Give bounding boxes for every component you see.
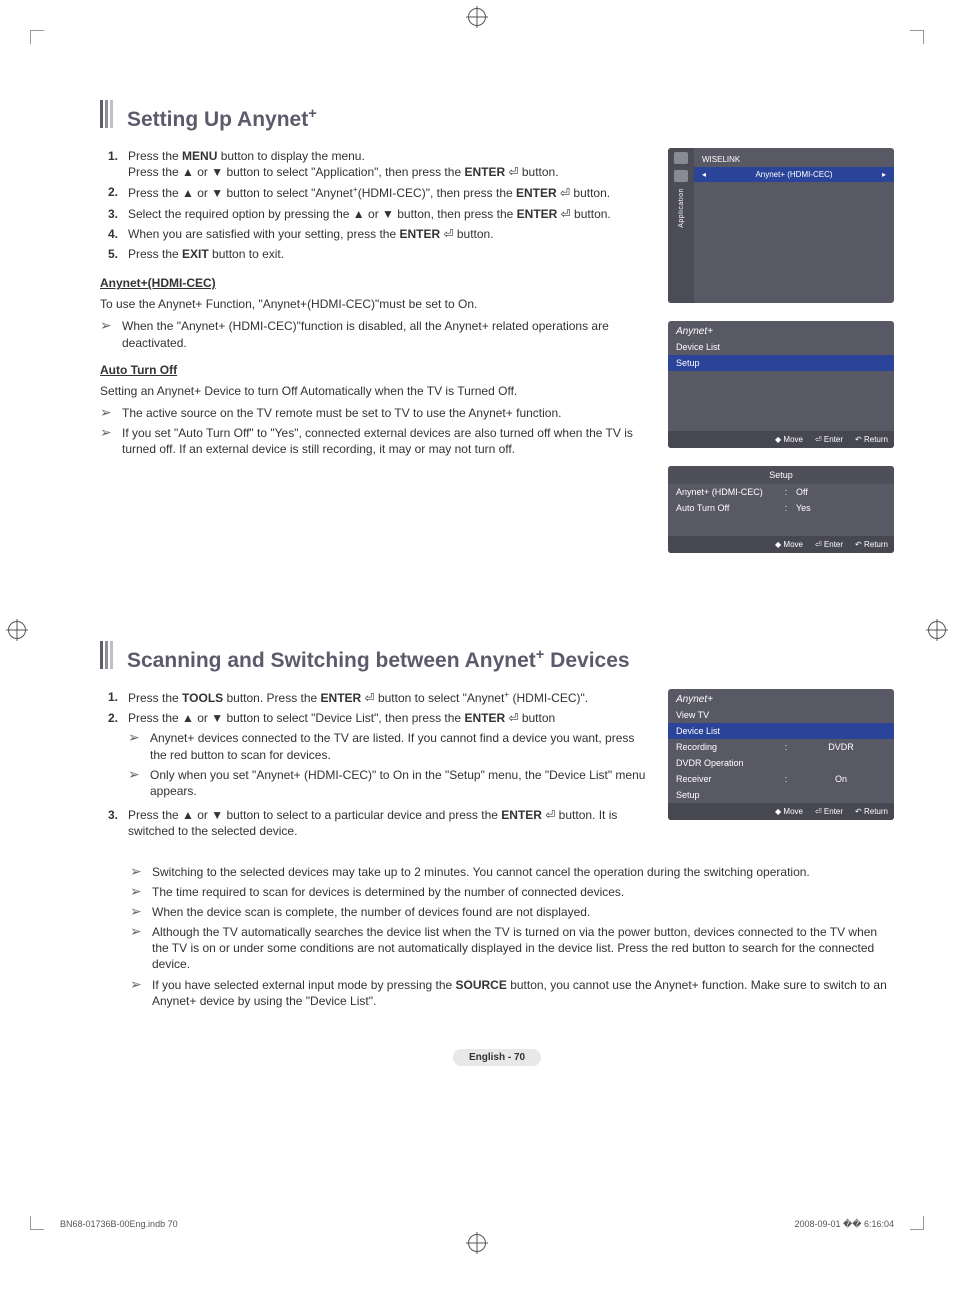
menu-icon <box>674 170 688 182</box>
heading-text: Scanning and Switching between Anynet <box>127 649 536 672</box>
note-text: Although the TV automatically searches t… <box>152 924 894 973</box>
menu-item-selected: Setup <box>668 355 894 371</box>
doc-id: BN68-01736B-00Eng.indb 70 <box>60 1219 178 1230</box>
osd-header: Anynet+ <box>668 321 894 339</box>
step-text: Select the required option by pressing t… <box>128 206 650 222</box>
subheading: Auto Turn Off <box>100 363 650 377</box>
menu-icon <box>674 152 688 164</box>
heading-text: Setting Up Anynet <box>127 108 308 131</box>
menu-item: DVDR Operation <box>668 755 894 771</box>
osd-device-list: Anynet+ View TV Device List Recording:DV… <box>668 689 894 820</box>
paragraph: Setting an Anynet+ Device to turn Off Au… <box>100 383 650 399</box>
note-bullet-icon: ➢ <box>130 884 144 900</box>
menu-item-selected: Device List <box>668 723 894 739</box>
osd-setup-menu: Setup Anynet+ (HDMI-CEC):Off Auto Turn O… <box>668 466 894 553</box>
setting-row: Anynet+ (HDMI-CEC):Off <box>668 484 894 500</box>
menu-item: WISELINK <box>694 152 894 167</box>
chevron-right-icon: ▸ <box>882 170 886 179</box>
page-number: English - 70 <box>100 1049 894 1063</box>
step-text: Press the TOOLS button. Press the ENTER … <box>128 689 650 706</box>
note-text: When the "Anynet+ (HDMI-CEC)"function is… <box>122 318 650 350</box>
note-bullet-icon: ➢ <box>128 767 142 799</box>
menu-item-selected: ◂Anynet+ (HDMI-CEC)▸ <box>694 167 894 182</box>
menu-item: Recording:DVDR <box>668 739 894 755</box>
osd-anynet-menu: Anynet+ Device List Setup ◆ Move ⏎ Enter… <box>668 321 894 448</box>
menu-item: Setup <box>668 787 894 803</box>
note-text: When the device scan is complete, the nu… <box>152 904 894 920</box>
osd-footer-hints: ◆ Move ⏎ Enter ↶ Return <box>668 536 894 553</box>
step-text: Press the EXIT button to exit. <box>128 246 650 262</box>
section-heading: Setting Up Anynet+ <box>100 100 894 134</box>
step-text: When you are satisfied with your setting… <box>128 226 650 242</box>
note-text: The active source on the TV remote must … <box>122 405 650 421</box>
note-bullet-icon: ➢ <box>100 405 114 421</box>
section-heading: Scanning and Switching between Anynet+ D… <box>100 641 894 675</box>
paragraph: To use the Anynet+ Function, "Anynet+(HD… <box>100 296 650 312</box>
note-text: The time required to scan for devices is… <box>152 884 894 900</box>
note-bullet-icon: ➢ <box>130 977 144 1009</box>
osd-footer-hints: ◆ Move ⏎ Enter ↶ Return <box>668 803 894 820</box>
instruction-list: 1.Press the TOOLS button. Press the ENTE… <box>100 689 650 840</box>
sidebar-label: Application <box>678 188 685 228</box>
osd-footer-hints: ◆ Move ⏎ Enter ↶ Return <box>668 431 894 448</box>
osd-title: Setup <box>668 466 894 484</box>
step-text: Press the ▲ or ▼ button to select "Devic… <box>128 710 650 803</box>
note-bullet-icon: ➢ <box>130 904 144 920</box>
menu-item: View TV <box>668 707 894 723</box>
subheading: Anynet+(HDMI-CEC) <box>100 276 650 290</box>
setting-row: Auto Turn Off:Yes <box>668 500 894 516</box>
note-bullet-icon: ➢ <box>100 425 114 457</box>
step-text: Press the ▲ or ▼ button to select to a p… <box>128 807 650 839</box>
note-bullet-icon: ➢ <box>130 924 144 973</box>
note-bullet-icon: ➢ <box>128 730 142 762</box>
osd-application-menu: Application WISELINK ◂Anynet+ (HDMI-CEC)… <box>668 148 894 303</box>
note-bullet-icon: ➢ <box>100 318 114 350</box>
note-text: Anynet+ devices connected to the TV are … <box>150 730 650 762</box>
note-text: Only when you set "Anynet+ (HDMI-CEC)" t… <box>150 767 650 799</box>
step-text: Press the ▲ or ▼ button to select "Anyne… <box>128 184 650 201</box>
footer-metadata: BN68-01736B-00Eng.indb 70 2008-09-01 �� … <box>60 1219 894 1230</box>
note-text: If you have selected external input mode… <box>152 977 894 1009</box>
note-text: Switching to the selected devices may ta… <box>152 864 894 880</box>
note-bullet-icon: ➢ <box>130 864 144 880</box>
instruction-list: 1.Press the MENU button to display the m… <box>100 148 650 262</box>
timestamp: 2008-09-01 �� 6:16:04 <box>794 1219 894 1230</box>
menu-item: Device List <box>668 339 894 355</box>
note-text: If you set "Auto Turn Off" to "Yes", con… <box>122 425 650 457</box>
menu-item: Receiver:On <box>668 771 894 787</box>
osd-header: Anynet+ <box>668 689 894 707</box>
step-text: Press the MENU button to display the men… <box>128 148 650 180</box>
